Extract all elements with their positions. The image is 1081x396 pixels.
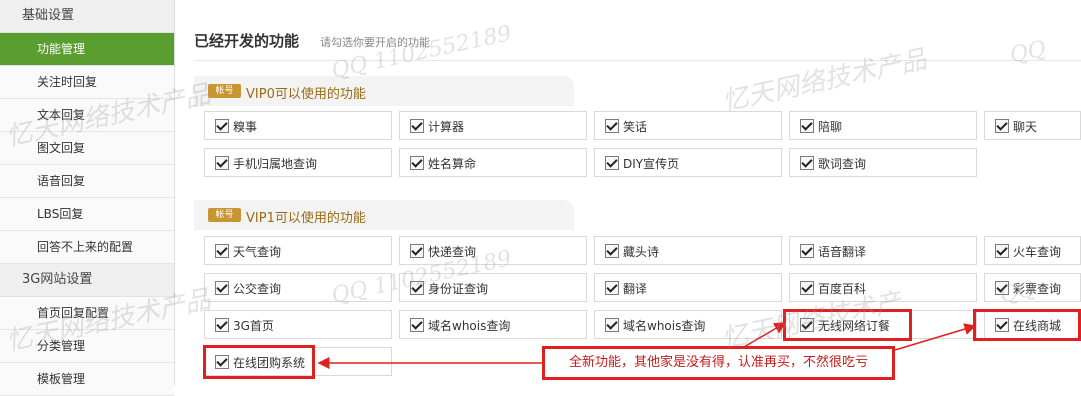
annotation-callout: 全新功能，其他家是没有得，认准再买，不然很吃亏 [542,346,895,380]
annotation-arrows [317,322,977,369]
